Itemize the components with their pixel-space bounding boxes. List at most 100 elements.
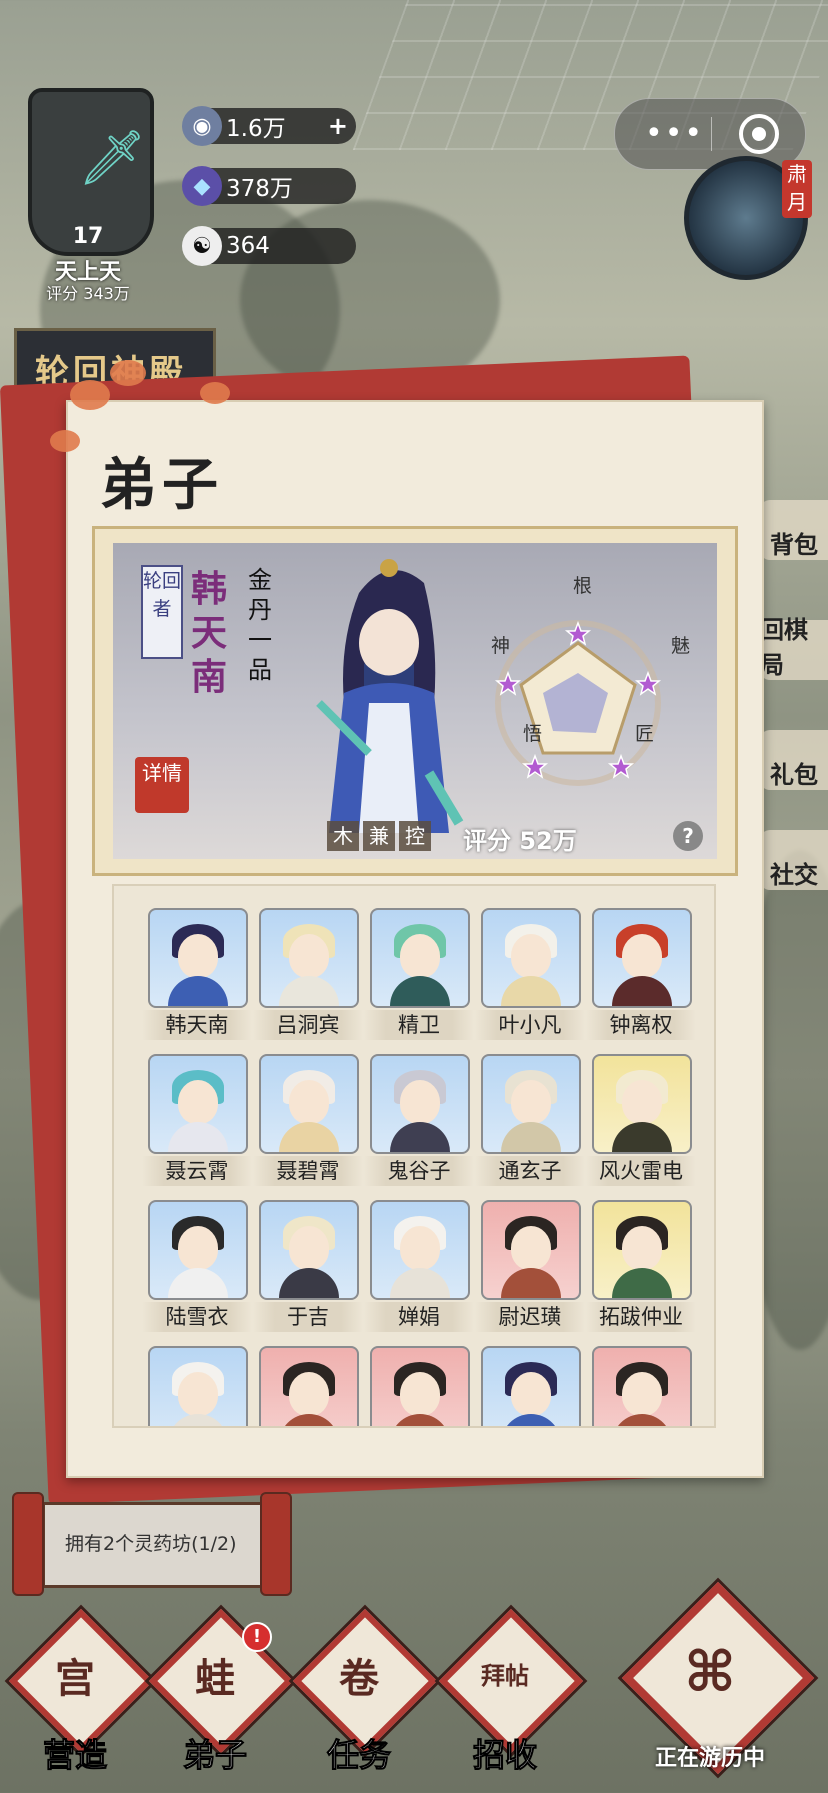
disciple-roster: 韩天南 吕洞宾 精卫 叶小凡 钟离权聂云霄 聂碧霄 鬼谷子 通玄子 风火雷电陆雪衣 于吉 婵娟 尉迟璜… [112,884,716,1428]
portrait-body [612,1122,672,1152]
recruit-card-icon: 拜帖 [481,1662,529,1690]
side-gift[interactable]: 礼包 [760,730,828,790]
portrait-body [168,976,228,1006]
side-label: 礼包 [770,761,818,789]
disciple-cell[interactable]: 婵娟 [364,1200,474,1340]
disciple-portrait [259,1054,359,1154]
portrait-face [178,1080,218,1124]
player-rank-badge[interactable]: 🗡 17 天上天 评分 343万 [8,58,168,308]
disciple-cell[interactable]: 吕洞宾 [253,908,363,1048]
disciple-cell[interactable]: 陆雪衣 [142,1200,252,1340]
portrait-face [289,1226,329,1270]
scroll-roll-right [260,1492,292,1596]
help-icon[interactable]: ? [673,821,703,851]
disciple-name: 通玄子 [475,1156,585,1186]
month-tag: 肃月 [782,160,812,218]
blossom-decor [200,382,230,404]
disciple-portrait [592,1346,692,1426]
crystal-icon: ◆ [182,166,222,206]
hero-portrait [316,559,464,833]
disciple-cell[interactable] [370,1346,470,1426]
nav-label: 招收 [472,1736,537,1775]
side-backpack[interactable]: 背包 [760,500,828,560]
tip-body: 拥有2个灵药坊(1/2) [42,1502,282,1588]
sword-icon: 🗡 [78,126,147,189]
add-icon[interactable]: + [328,112,348,140]
portrait-body [612,1268,672,1298]
disciple-cell[interactable]: 聂碧霄 [253,1054,363,1194]
player-level: 17 [72,224,104,249]
tip-text: 拥有2个灵药坊(1/2) [65,1533,237,1555]
disciple-portrait [370,1054,470,1154]
mini-program-capsule: ••• [614,98,806,170]
disciple-name: 韩天南 [142,1010,252,1040]
disciple-portrait [481,1346,581,1426]
portrait-body [501,1268,561,1298]
capsule-divider [711,117,712,151]
cloud-swirl-icon: ⌘ [684,1640,736,1705]
role-type-tag: 控 [399,821,431,851]
disciple-portrait [481,908,581,1008]
disciple-cell[interactable] [148,1346,248,1426]
portrait-body [612,1414,672,1426]
element-tag: 木 [327,821,359,851]
disciple-cell[interactable]: 鬼谷子 [364,1054,474,1194]
disciple-name: 精卫 [364,1010,474,1040]
resource-spirit-stone[interactable]: ◉ 1.6万 + [182,106,356,146]
disciple-portrait [259,1346,359,1426]
portrait-face [178,1226,218,1270]
disciple-cell[interactable]: 通玄子 [475,1054,585,1194]
more-icon[interactable]: ••• [645,116,704,151]
resource-value: 1.6万 [226,116,286,142]
travel-label: 正在游历中 [654,1746,765,1771]
portrait-face [511,1372,551,1416]
disciple-cell[interactable]: 于吉 [253,1200,363,1340]
nav-task[interactable]: 卷 任务 [292,1608,438,1775]
nav-recruit[interactable]: 拜帖 招收 [438,1608,584,1775]
portrait-body [279,1122,339,1152]
disciple-cell[interactable]: 风火雷电 [586,1054,696,1194]
tip-scroll[interactable]: 拥有2个灵药坊(1/2) [12,1492,292,1596]
travel-button[interactable]: ⌘ 正在游历中 [620,1581,815,1775]
attribute-radar [494,620,662,786]
portrait-face [511,934,551,978]
disciple-name: 尉迟璜 [475,1302,585,1332]
hero-card-inner: 轮回者 韩天南 金丹一品 详情 根 魅 匠 悟 神 木 兼 控 评分 52万 ? [113,543,717,859]
disciple-cell[interactable]: 韩天南 [142,908,252,1048]
role-tag: 轮回者 [141,565,183,659]
resource-yin-yang[interactable]: ☯ 364 [182,226,356,266]
disciple-cell[interactable]: 尉迟璜 [475,1200,585,1340]
side-label: 背包 [770,531,818,559]
blossom-decor [70,380,110,410]
nav-build[interactable]: 宫 营造 [8,1608,154,1775]
disciple-cell[interactable]: 拓跋仲业 [586,1200,696,1340]
side-social[interactable]: 社交 [760,830,828,890]
portrait-body [168,1268,228,1298]
side-label: 回棋局 [760,616,808,679]
nav-label: 营造 [42,1736,107,1775]
blossom-decor [110,360,146,386]
portrait-face [289,934,329,978]
close-target-icon[interactable] [739,114,779,154]
disciple-cell[interactable]: 聂云霄 [142,1054,252,1194]
disciple-cell[interactable]: 叶小凡 [475,908,585,1048]
stat-root: 根 [573,575,593,597]
blossom-decor [50,430,80,452]
disciple-cell[interactable]: 精卫 [364,908,474,1048]
detail-button[interactable]: 详情 [135,757,189,813]
hero-realm: 金丹一品 [248,566,272,684]
disciple-cell[interactable] [259,1346,359,1426]
disciple-name: 拓跋仲业 [586,1302,696,1332]
disciple-cell[interactable] [592,1346,692,1426]
disciple-portrait [370,1200,470,1300]
resource-crystal[interactable]: ◆ 378万 [182,166,356,206]
nav-disciple[interactable]: 蛙 弟子 ! [148,1608,294,1775]
disciple-name: 于吉 [253,1302,363,1332]
disciple-cell[interactable] [481,1346,581,1426]
disciple-portrait [370,908,470,1008]
disciple-cell[interactable]: 钟离权 [586,908,696,1048]
side-chess[interactable]: 回棋局 [760,616,828,680]
portrait-body [279,1268,339,1298]
disciple-portrait [592,908,692,1008]
portrait-body [279,976,339,1006]
